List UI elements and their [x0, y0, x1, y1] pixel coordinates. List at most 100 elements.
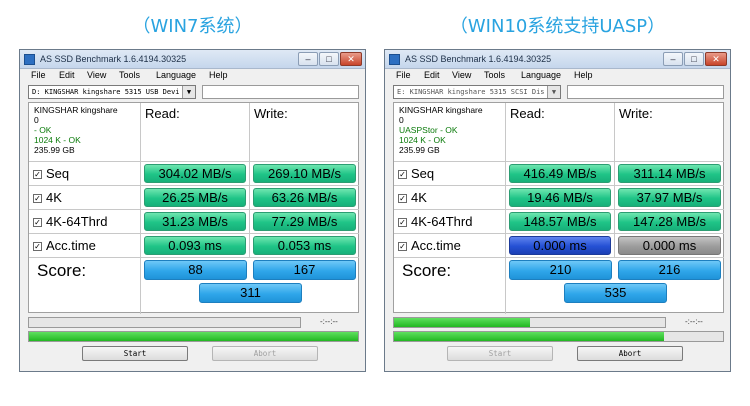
drive-select[interactable]: E: KINGSHAR kingshare 5315 SCSI Dis ▼: [393, 85, 561, 99]
close-button[interactable]: ✕: [705, 52, 727, 66]
4k-read-cell: 26.25 MB/s: [141, 186, 250, 210]
checkbox-icon[interactable]: ✓: [398, 218, 407, 227]
row-seq-label: Seq: [46, 166, 70, 181]
4k64-read-value: 31.23 MB/s: [144, 212, 246, 231]
seq-read-value: 416.49 MB/s: [509, 164, 611, 183]
minimize-button[interactable]: –: [298, 52, 318, 66]
write-header: Write:: [250, 103, 359, 162]
test-progress-bar: [28, 317, 301, 328]
menu-view[interactable]: View: [87, 70, 106, 80]
menu-bar: File Edit View Tools Language Help: [20, 70, 365, 83]
test-progress-bar: [393, 317, 666, 328]
row-4k64[interactable]: ✓ 4K-64Thrd: [394, 210, 506, 234]
row-acc[interactable]: ✓ Acc.time: [394, 234, 506, 258]
score-write: 167: [253, 260, 356, 280]
title-bar: AS SSD Benchmark 1.6.4194.30325 – □ ✕: [20, 50, 365, 69]
maximize-button[interactable]: □: [319, 52, 339, 66]
drive-model: KINGSHAR kingshare: [34, 105, 118, 115]
checkbox-icon[interactable]: ✓: [33, 170, 42, 179]
menu-language[interactable]: Language: [156, 70, 196, 80]
4k-write-value: 37.97 MB/s: [618, 188, 721, 207]
driver-status: - OK: [34, 125, 52, 135]
checkbox-icon[interactable]: ✓: [33, 194, 42, 203]
caption-win7: （WIN7系统）: [132, 16, 253, 37]
acc-read-value: 0.093 ms: [144, 236, 246, 255]
acc-read-cell: 0.000 ms: [506, 234, 615, 258]
menu-file[interactable]: File: [31, 70, 46, 80]
acc-write-cell: 0.053 ms: [250, 234, 359, 258]
row-4k64[interactable]: ✓ 4K-64Thrd: [29, 210, 141, 234]
result-text-field[interactable]: [567, 85, 724, 99]
4k64-write-value: 147.28 MB/s: [618, 212, 721, 231]
menu-bar: File Edit View Tools Language Help: [385, 70, 730, 83]
start-button[interactable]: Start: [447, 346, 553, 361]
alignment-status: 1024 K - OK: [399, 135, 446, 145]
4k-read-value: 26.25 MB/s: [144, 188, 246, 207]
4k-write-cell: 37.97 MB/s: [615, 186, 724, 210]
score-write: 216: [618, 260, 721, 280]
close-button[interactable]: ✕: [340, 52, 362, 66]
score-total: 535: [564, 283, 667, 303]
chevron-down-icon[interactable]: ▼: [182, 86, 195, 98]
menu-view[interactable]: View: [452, 70, 471, 80]
menu-help[interactable]: Help: [209, 70, 228, 80]
4k64-write-cell: 147.28 MB/s: [615, 210, 724, 234]
row-4k-label: 4K: [46, 190, 62, 205]
row-seq[interactable]: ✓ Seq: [394, 162, 506, 186]
checkbox-icon[interactable]: ✓: [33, 218, 42, 227]
elapsed-time: -:--:--: [320, 317, 338, 326]
seq-write-cell: 269.10 MB/s: [250, 162, 359, 186]
row-4k-label: 4K: [411, 190, 427, 205]
menu-help[interactable]: Help: [574, 70, 593, 80]
menu-edit[interactable]: Edit: [424, 70, 440, 80]
drive-size: 235.99 GB: [399, 145, 440, 155]
caption-win10: （WIN10系统支持UASP）: [449, 16, 666, 37]
seq-write-cell: 311.14 MB/s: [615, 162, 724, 186]
total-progress-bar: [393, 331, 724, 342]
row-4k[interactable]: ✓ 4K: [29, 186, 141, 210]
row-4k[interactable]: ✓ 4K: [394, 186, 506, 210]
row-seq[interactable]: ✓ Seq: [29, 162, 141, 186]
result-text-field[interactable]: [202, 85, 359, 99]
4k64-read-cell: 148.57 MB/s: [506, 210, 615, 234]
4k64-write-value: 77.29 MB/s: [253, 212, 356, 231]
row-4k64-label: 4K-64Thrd: [411, 214, 473, 229]
drive-info: KINGSHAR kingshare 0 UASPStor - OK 1024 …: [394, 103, 506, 162]
checkbox-icon[interactable]: ✓: [398, 242, 407, 251]
checkbox-icon[interactable]: ✓: [398, 194, 407, 203]
row-acc[interactable]: ✓ Acc.time: [29, 234, 141, 258]
row-acc-label: Acc.time: [411, 238, 461, 253]
drive-info: KINGSHAR kingshare 0 - OK 1024 K - OK 23…: [29, 103, 141, 162]
title-bar: AS SSD Benchmark 1.6.4194.30325 – □ ✕: [385, 50, 730, 69]
window-title: AS SSD Benchmark 1.6.4194.30325: [405, 54, 552, 64]
menu-tools[interactable]: Tools: [119, 70, 140, 80]
maximize-button[interactable]: □: [684, 52, 704, 66]
start-button[interactable]: Start: [82, 346, 188, 361]
abort-button[interactable]: Abort: [212, 346, 318, 361]
menu-language[interactable]: Language: [521, 70, 561, 80]
menu-tools[interactable]: Tools: [484, 70, 505, 80]
checkbox-icon[interactable]: ✓: [398, 170, 407, 179]
seq-read-cell: 416.49 MB/s: [506, 162, 615, 186]
row-acc-label: Acc.time: [46, 238, 96, 253]
driver-status: UASPStor - OK: [399, 125, 458, 135]
window-title: AS SSD Benchmark 1.6.4194.30325: [40, 54, 187, 64]
abort-button[interactable]: Abort: [577, 346, 683, 361]
score-read: 210: [509, 260, 612, 280]
read-header: Read:: [506, 103, 615, 162]
minimize-button[interactable]: –: [663, 52, 683, 66]
checkbox-icon[interactable]: ✓: [33, 242, 42, 251]
4k64-write-cell: 77.29 MB/s: [250, 210, 359, 234]
drive-select[interactable]: D: KINGSHAR kingshare 5315 USB Devi ▼: [28, 85, 196, 99]
score-read: 88: [144, 260, 247, 280]
total-progress-fill: [29, 332, 358, 341]
app-icon: [24, 54, 35, 65]
drive-firmware: 0: [399, 115, 404, 125]
acc-write-value: 0.053 ms: [253, 236, 356, 255]
score-label: Score:: [29, 258, 141, 314]
seq-write-value: 311.14 MB/s: [618, 164, 721, 183]
menu-file[interactable]: File: [396, 70, 411, 80]
menu-edit[interactable]: Edit: [59, 70, 75, 80]
4k-read-value: 19.46 MB/s: [509, 188, 611, 207]
chevron-down-icon[interactable]: ▼: [547, 86, 560, 98]
